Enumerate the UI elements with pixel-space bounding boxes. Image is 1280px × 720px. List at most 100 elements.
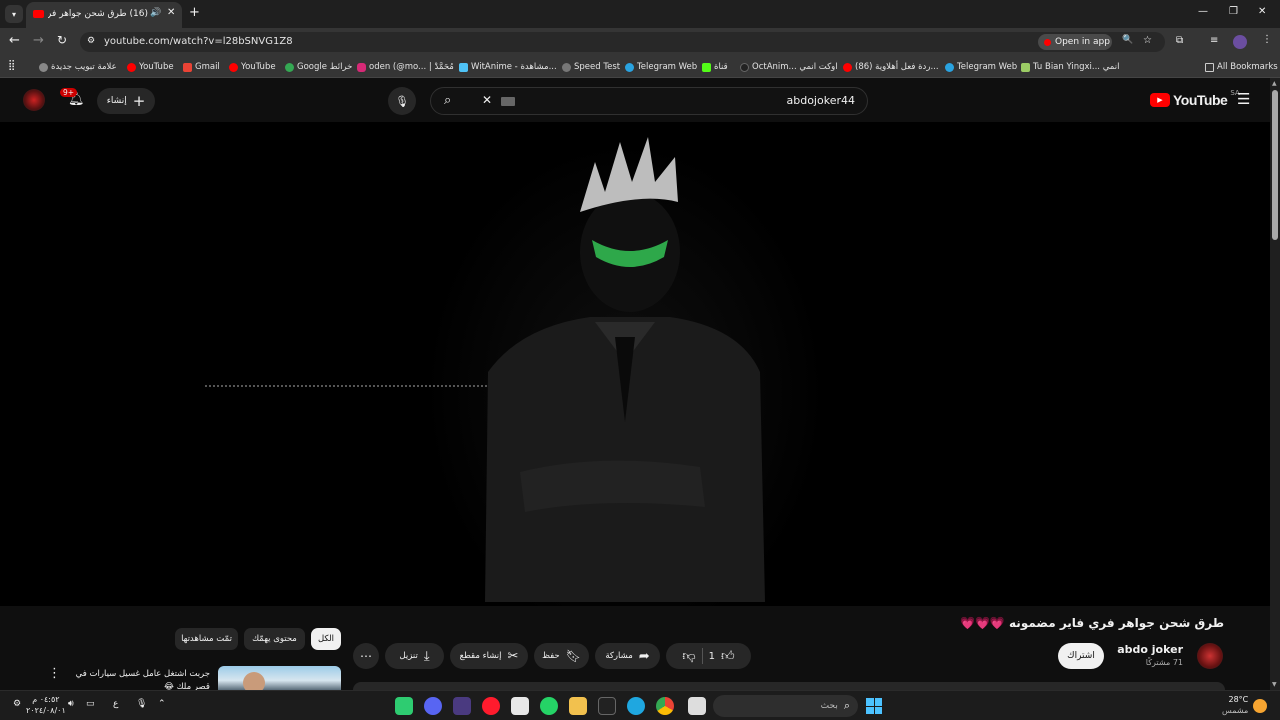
clock[interactable]: ٠٤:٥٢ م ٢٠٢٤/٠٨/٠١ xyxy=(26,694,66,716)
recommended-video-title[interactable]: جربت اشتغل عامل غسيل سيارات في قصر ملك 😂 xyxy=(65,668,210,690)
file-explorer-icon[interactable] xyxy=(569,697,587,715)
bookmark-telegram[interactable]: Telegram Web xyxy=(625,60,697,74)
youtube-header: 🔔︎ 9+ إنشاء + 🎙︎ ⌕ ✕ abdojoker44 ▶ YouTu… xyxy=(0,78,1280,122)
octanime-icon xyxy=(740,62,749,72)
more-icon: ⋯ xyxy=(360,649,372,663)
close-window-button[interactable]: ✕ xyxy=(1258,6,1266,17)
voice-search-button[interactable]: 🎙︎ xyxy=(388,87,416,115)
back-button[interactable]: ← xyxy=(9,33,20,48)
all-bookmarks-button[interactable]: All Bookmarks xyxy=(1205,60,1278,74)
bookmark-witanime[interactable]: WitAnime - مشاهدة... xyxy=(459,60,557,74)
bookmark-instagram[interactable]: oden (@mo... | مُحَمَّدْ xyxy=(357,60,454,74)
media-control-icon[interactable]: ≡ xyxy=(1210,35,1218,46)
bookmark-google-maps[interactable]: Google خرائط xyxy=(285,60,352,74)
settings-tray-icon[interactable]: ⚙ xyxy=(13,699,21,709)
extensions-icon[interactable]: ⧉ xyxy=(1176,35,1183,46)
windows-logo-icon xyxy=(866,698,874,706)
bookmark-youtube-2[interactable]: YouTube xyxy=(229,60,276,74)
microphone-tray-icon[interactable]: 🎙︎ xyxy=(136,699,147,709)
start-button[interactable] xyxy=(866,698,882,714)
bookmark-gmail[interactable]: Gmail xyxy=(183,60,220,74)
dislike-button[interactable]: 👎︎ xyxy=(682,649,695,664)
share-button[interactable]: مشاركة ➦ xyxy=(595,643,660,669)
store-icon[interactable] xyxy=(511,697,529,715)
channel-name[interactable]: abdo joker xyxy=(1117,643,1183,656)
youtube-logo[interactable]: ▶ YouTube SA xyxy=(1150,89,1240,108)
bookmark-kick-channel[interactable]: قناة xyxy=(702,60,728,74)
app-icon-green[interactable] xyxy=(395,697,413,715)
like-button[interactable]: 👍︎ xyxy=(721,649,735,664)
notifications-button[interactable]: 🔔︎ 9+ xyxy=(60,88,86,112)
recommended-more-icon[interactable]: ⋮ xyxy=(48,666,61,681)
channel-avatar[interactable] xyxy=(1197,643,1223,669)
search-box[interactable]: ⌕ ✕ abdojoker44 xyxy=(430,87,868,115)
download-button[interactable]: تنزيل ⤓ xyxy=(385,643,444,669)
guide-menu-icon[interactable]: ☰ xyxy=(1237,90,1250,108)
bookmark-youtube-video[interactable]: (86) ردة فعل أهلاوية... xyxy=(843,60,939,74)
create-button[interactable]: إنشاء + xyxy=(97,88,155,114)
tab-close-icon[interactable]: ✕ xyxy=(167,7,175,18)
more-actions-button[interactable]: ⋯ xyxy=(353,643,379,669)
discord-icon[interactable] xyxy=(424,697,442,715)
instagram-icon xyxy=(357,62,366,72)
save-button[interactable]: حفظ 🔖︎ xyxy=(534,643,589,669)
recommended-video-thumbnail[interactable] xyxy=(218,666,341,690)
reload-button[interactable]: ↻ xyxy=(57,33,67,47)
opera-icon[interactable] xyxy=(482,697,500,715)
bookmark-youtube[interactable]: YouTube xyxy=(127,60,174,74)
clear-search-icon[interactable]: ✕ xyxy=(482,93,492,107)
profile-avatar[interactable] xyxy=(1233,35,1247,49)
open-in-app-button[interactable]: Open in app xyxy=(1038,34,1112,50)
speedtest-icon xyxy=(562,62,571,72)
chrome-icon[interactable] xyxy=(656,697,674,715)
bookmark-icon: 🔖︎ xyxy=(565,649,581,663)
search-icon[interactable]: ⌕ xyxy=(444,93,451,108)
bookmark-speed-test[interactable]: Speed Test xyxy=(562,60,620,74)
bookmark-anime[interactable]: Tu Bian Yingxi... انمي xyxy=(1021,60,1119,74)
subscriber-count: 71 مشتركًا xyxy=(1145,658,1183,667)
bookmark-telegram-2[interactable]: Telegram Web xyxy=(945,60,1017,74)
site-info-icon[interactable]: ⚙ xyxy=(87,36,95,46)
browser-tab-active[interactable]: (16) طرق شحن جواهر فري فا 🔊 ✕ xyxy=(26,2,182,28)
whatsapp-icon[interactable] xyxy=(540,697,558,715)
scroll-down-icon[interactable]: ▼ xyxy=(1272,681,1277,688)
capcut-icon[interactable] xyxy=(598,697,616,715)
zoom-icon[interactable]: 🔍 xyxy=(1122,35,1133,45)
bookmark-octanime[interactable]: OctAnim... اوكت انمي xyxy=(740,60,838,74)
chip-for-you[interactable]: محتوى يهمّك xyxy=(244,628,305,650)
bookmark-star-icon[interactable]: ☆ xyxy=(1143,35,1152,46)
page-scrollbar[interactable]: ▲ ▼ xyxy=(1270,78,1280,690)
video-player[interactable] xyxy=(0,122,1270,606)
taskbar-app-icon[interactable] xyxy=(453,697,471,715)
volume-icon[interactable]: 🔊︎ xyxy=(68,699,74,709)
subscribe-button[interactable]: اشتراك xyxy=(1058,643,1104,669)
scroll-up-icon[interactable]: ▲ xyxy=(1272,80,1277,87)
chip-watched[interactable]: تمّت مشاهدتها xyxy=(175,628,238,650)
tab-search-button[interactable]: ▾ xyxy=(5,5,23,23)
download-icon: ⤓ xyxy=(423,648,430,664)
search-input[interactable]: abdojoker44 xyxy=(787,94,856,107)
minimize-button[interactable]: — xyxy=(1198,6,1208,17)
new-tab-button[interactable]: + xyxy=(189,5,200,20)
taskbar-search-box[interactable]: بحث ⌕ xyxy=(713,695,858,717)
like-dislike-group: 👎︎ 1 👍︎ xyxy=(666,643,751,669)
task-view-icon[interactable] xyxy=(688,697,706,715)
apps-grid-icon[interactable]: ⣿ xyxy=(8,60,15,71)
forward-button[interactable]: → xyxy=(33,33,44,48)
edge-icon[interactable] xyxy=(627,697,645,715)
chip-all[interactable]: الكل xyxy=(311,628,341,650)
plus-icon: + xyxy=(132,92,146,110)
scrollbar-thumb[interactable] xyxy=(1272,90,1278,240)
network-icon[interactable]: ▭ xyxy=(86,699,95,709)
account-avatar[interactable] xyxy=(23,89,45,111)
restore-button[interactable]: ❐ xyxy=(1229,6,1238,17)
bookmark-new-tab[interactable]: علامة تبويب جديدة xyxy=(39,60,117,74)
language-indicator[interactable]: ع xyxy=(113,699,118,709)
keyboard-icon[interactable] xyxy=(501,97,515,106)
browser-menu-icon[interactable]: ⋮ xyxy=(1262,34,1272,45)
show-hidden-icons-button[interactable]: ⌃ xyxy=(158,699,166,709)
clip-button[interactable]: إنشاء مقطع ✂ xyxy=(450,643,528,669)
weather-widget[interactable]: 28°C مشمس xyxy=(1222,694,1248,716)
address-bar[interactable]: ⚙ youtube.com/watch?v=l28bSNVG1Z8 Open i… xyxy=(80,32,1165,52)
witanime-icon xyxy=(459,62,468,72)
